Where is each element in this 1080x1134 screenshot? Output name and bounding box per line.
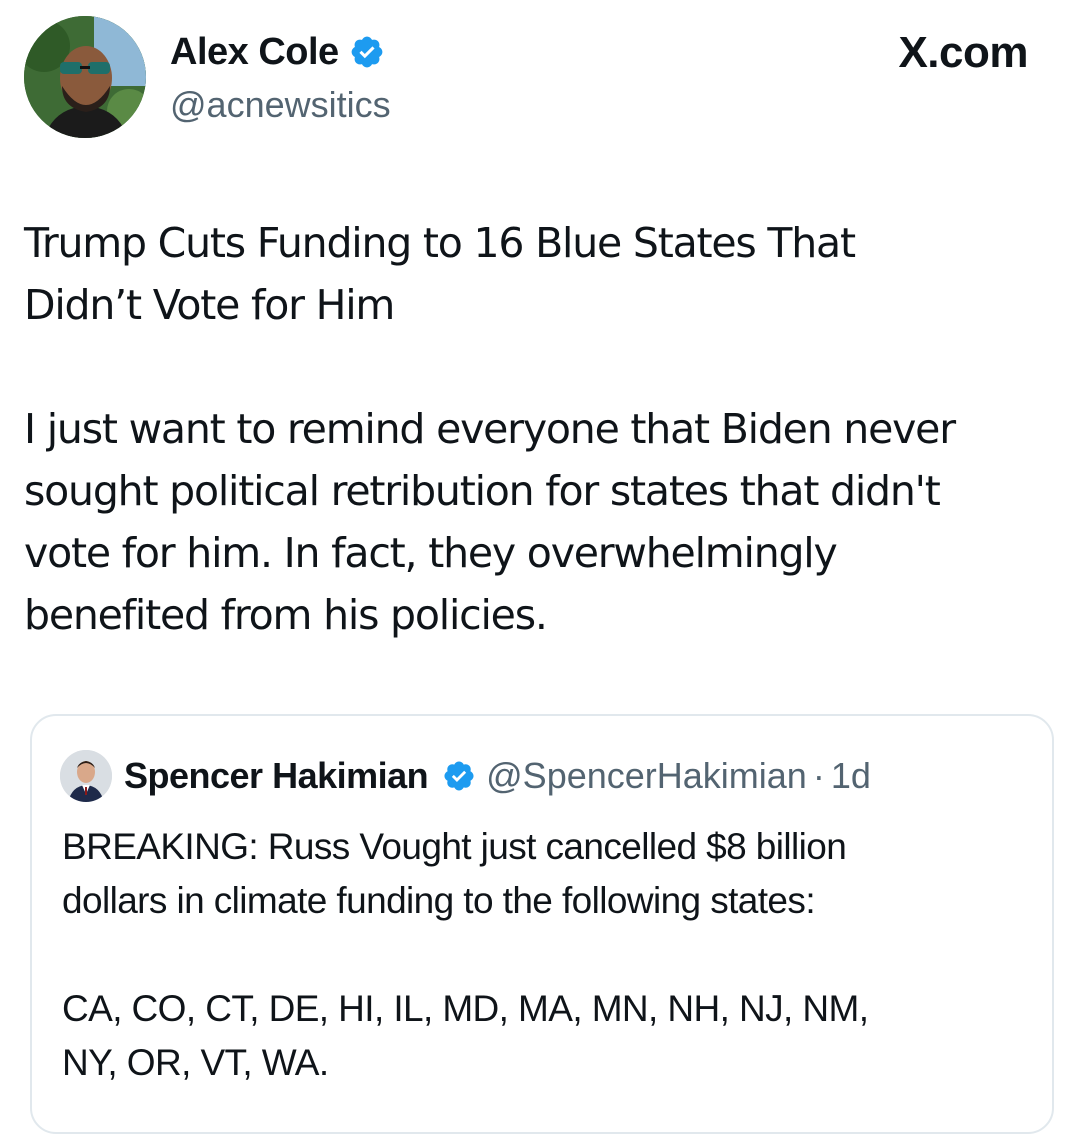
quoted-author-avatar[interactable] [60, 750, 112, 802]
author-avatar[interactable] [24, 16, 146, 138]
site-label: X.com [898, 28, 1028, 77]
tweet-text: Trump Cuts Funding to 16 Blue States Tha… [24, 219, 956, 639]
profile-photo-avatar [24, 16, 146, 138]
quoted-tweet-header: Spencer Hakimian @SpencerHakimian · 1d [124, 754, 871, 798]
quoted-author-name[interactable]: Spencer Hakimian [124, 754, 429, 798]
separator-dot: · [812, 755, 825, 796]
author-handle[interactable]: @acnewsitics [170, 84, 391, 126]
author-name[interactable]: Alex Cole [170, 30, 339, 74]
verified-badge-icon [351, 36, 383, 68]
quoted-author-handle[interactable]: @SpencerHakimian [486, 754, 807, 798]
quoted-tweet-card[interactable]: Spencer Hakimian @SpencerHakimian · 1d B… [30, 714, 1054, 1134]
author-name-row[interactable]: Alex Cole [170, 30, 385, 74]
verified-badge-icon [444, 761, 474, 791]
quoted-tweet-text: BREAKING: Russ Vought just cancelled $8 … [62, 826, 869, 1083]
quoted-tweet-timestamp[interactable]: 1d [831, 754, 871, 798]
profile-photo-avatar [60, 750, 112, 802]
